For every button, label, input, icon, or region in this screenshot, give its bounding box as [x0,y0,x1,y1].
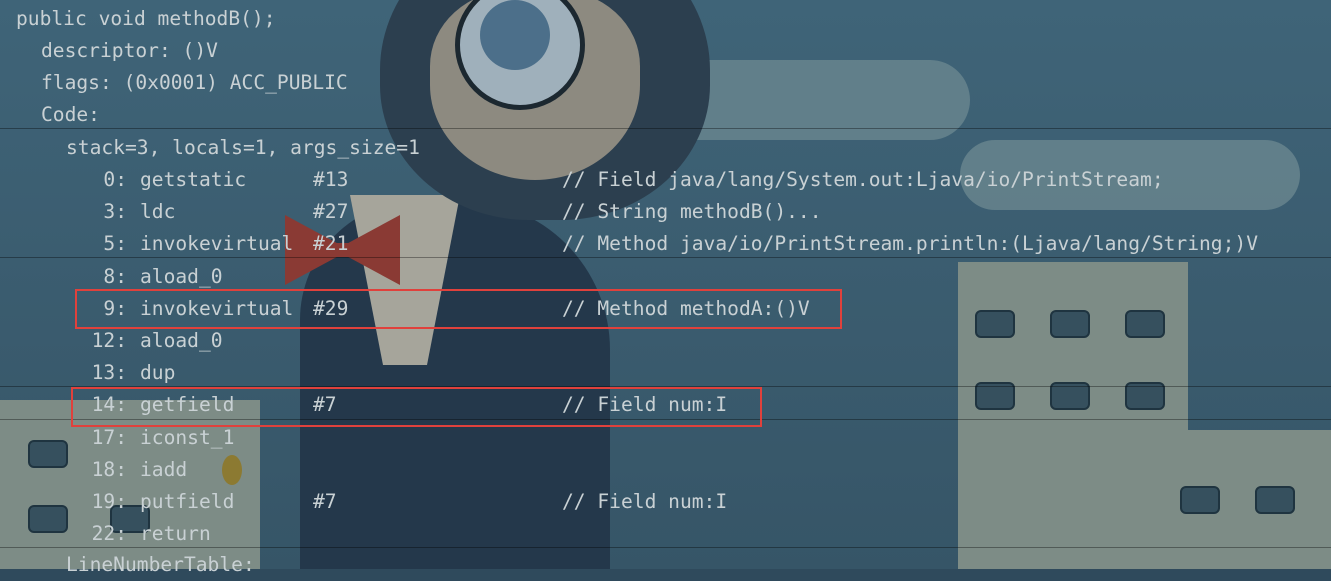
instruction-operand: #13 [313,168,349,191]
instruction-row: 3: ldc #27 // String methodB()... [0,196,1331,228]
instruction-index: 0: [103,168,127,191]
instruction-opcode: invokevirtual [140,296,294,320]
instruction-operand: #7 [313,490,337,513]
bytecode-listing: public void methodB(); descriptor: ()V f… [0,0,1331,576]
instruction-index: 18: [91,457,127,481]
instruction-row: 17: iconst_1 [0,422,1331,454]
instruction-opcode: ldc [140,200,176,224]
instruction-operand: #7 [313,393,337,417]
instruction-comment: // Field num:I [562,393,728,417]
instruction-opcode: return [140,522,211,546]
instruction-index: 14: [91,393,127,417]
instruction-opcode: putfield [140,490,235,513]
instruction-index: 13: [91,361,127,385]
code-label: Code: [41,103,100,126]
instruction-row: 12: aload_0 [0,325,1331,357]
instruction-index: 3: [103,200,127,224]
instruction-index: 5: [103,232,127,256]
instruction-index: 22: [91,522,127,546]
instruction-row: 19: putfield #7 // Field num:I [0,486,1331,518]
instruction-row: 9: invokevirtual #29 // Method methodA:()V [0,293,1331,325]
instruction-index: 12: [91,329,127,352]
instruction-opcode: aload_0 [140,329,223,352]
instruction-index: 8: [103,264,127,288]
instruction-opcode: getfield [140,393,235,417]
instruction-opcode: dup [140,361,176,385]
instruction-comment: // Method methodA:()V [562,296,810,320]
instruction-row: 13: dup [0,357,1331,389]
instruction-operand: #21 [313,232,349,256]
instruction-row: 18: iadd [0,454,1331,486]
instruction-row: 14: getfield #7 // Field num:I [0,389,1331,421]
instruction-index: 19: [91,490,127,513]
instruction-opcode: getstatic [140,168,247,191]
instruction-comment: // Field num:I [562,490,728,513]
method-flags: flags: (0x0001) ACC_PUBLIC [41,71,348,94]
instruction-opcode: invokevirtual [140,232,294,256]
instruction-operand: #27 [313,200,349,224]
method-signature: public void methodB(); [16,7,276,30]
instruction-row: 22: return [0,518,1331,550]
instruction-comment: // Field java/lang/System.out:Ljava/io/P… [562,168,1164,191]
instruction-index: 9: [103,296,127,320]
instruction-row: 0: getstatic #13 // Field java/lang/System.… [0,164,1331,196]
instruction-opcode: iadd [140,457,188,481]
instruction-comment: // Method java/io/PrintStream.println:(L… [562,232,1258,256]
method-descriptor: descriptor: ()V [41,39,218,62]
line-number-table-label: LineNumberTable: [66,553,255,576]
instruction-operand: #29 [313,296,349,320]
instruction-comment: // String methodB()... [562,200,822,224]
instruction-opcode: aload_0 [140,264,223,288]
instruction-opcode: iconst_1 [140,425,235,449]
stack-info: stack=3, locals=1, args_size=1 [66,136,420,159]
instruction-row: 5: invokevirtual #21 // Method java/io/Prin… [0,228,1331,260]
instruction-index: 17: [91,425,127,449]
instruction-row: 8: aload_0 [0,261,1331,293]
